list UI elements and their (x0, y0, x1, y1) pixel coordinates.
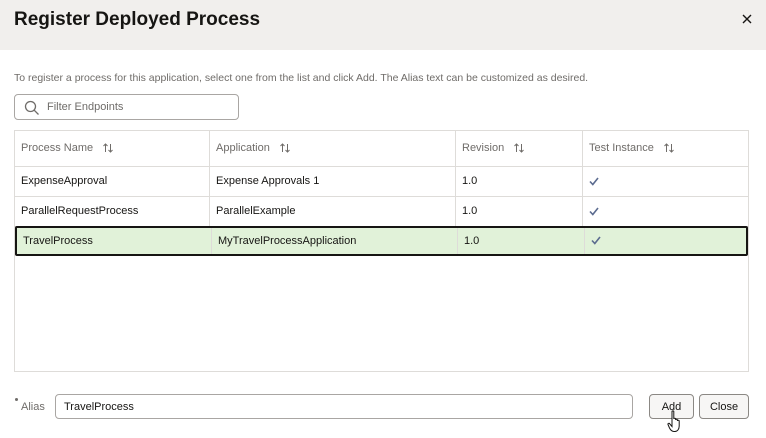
checkmark-icon (591, 236, 601, 245)
application-cell: ParallelExample (210, 197, 456, 226)
instructions-text: To register a process for this applicati… (14, 72, 589, 84)
sort-icon[interactable] (279, 142, 291, 154)
test-instance-cell (585, 228, 750, 254)
process-name-cell: TravelProcess (17, 228, 212, 254)
table-row[interactable]: ExpenseApproval Expense Approvals 1 1.0 (15, 167, 748, 197)
process-table: Process Name Application Revision Test I… (14, 130, 749, 372)
filter-endpoints-field[interactable] (14, 94, 239, 120)
revision-cell: 1.0 (458, 228, 585, 254)
hand-cursor-icon (667, 410, 680, 432)
close-icon[interactable] (740, 12, 754, 26)
sort-icon[interactable] (102, 142, 114, 154)
search-icon (24, 100, 39, 115)
column-header-label: Application (216, 142, 270, 154)
revision-cell: 1.0 (456, 167, 583, 196)
checkmark-icon (589, 177, 599, 186)
process-name-cell: ExpenseApproval (15, 167, 210, 196)
alias-input[interactable] (55, 394, 633, 419)
column-header-label: Revision (462, 142, 505, 154)
alias-label: Alias (21, 401, 45, 413)
application-cell: Expense Approvals 1 (210, 167, 456, 196)
filter-endpoints-input[interactable] (47, 98, 233, 116)
column-header-process-name[interactable]: Process Name (15, 131, 210, 166)
table-row-selected[interactable]: TravelProcess MyTravelProcessApplication… (15, 226, 748, 256)
sort-icon[interactable] (513, 142, 525, 154)
process-name-cell: ParallelRequestProcess (15, 197, 210, 226)
column-header-revision[interactable]: Revision (456, 131, 583, 166)
close-button[interactable]: Close (699, 394, 749, 419)
checkmark-icon (589, 207, 599, 216)
column-header-label: Test Instance (589, 142, 654, 154)
test-instance-cell (583, 197, 748, 226)
table-row[interactable]: ParallelRequestProcess ParallelExample 1… (15, 197, 748, 227)
application-cell: MyTravelProcessApplication (212, 228, 458, 254)
table-header: Process Name Application Revision Test I… (15, 131, 748, 167)
column-header-label: Process Name (21, 142, 94, 154)
revision-cell: 1.0 (456, 197, 583, 226)
required-indicator (15, 398, 18, 401)
test-instance-cell (583, 167, 748, 196)
sort-icon[interactable] (663, 142, 675, 154)
column-header-test-instance[interactable]: Test Instance (583, 131, 748, 166)
dialog-title: Register Deployed Process (14, 9, 261, 30)
dialog-header: Register Deployed Process (0, 0, 766, 50)
column-header-application[interactable]: Application (210, 131, 456, 166)
